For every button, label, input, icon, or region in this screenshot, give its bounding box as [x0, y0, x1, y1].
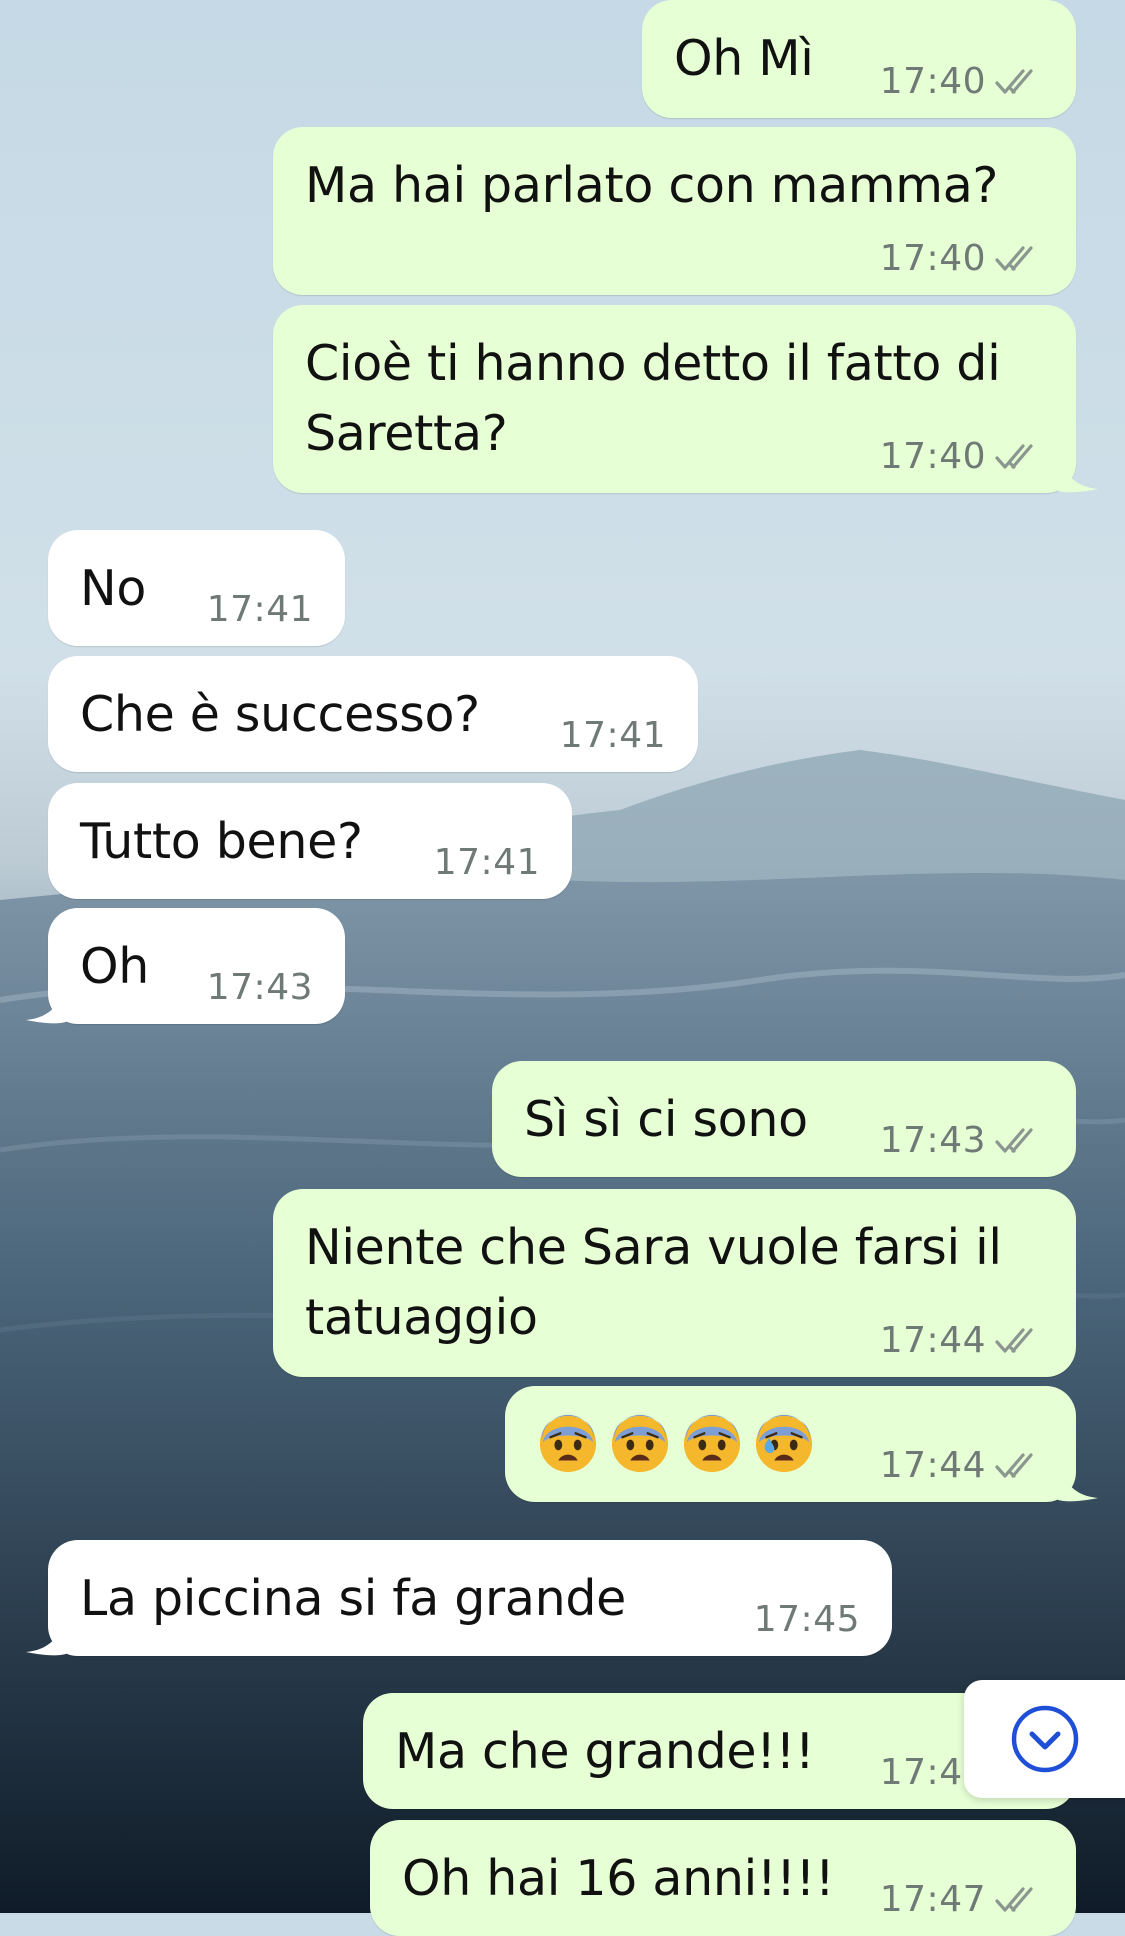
message-meta: 17:45 [754, 1599, 860, 1640]
outgoing-message-bubble[interactable]: Oh Mì 17:40 [642, 0, 1076, 118]
message-time: 17:43 [879, 1120, 986, 1161]
double-check-icon [995, 443, 1033, 469]
message-text: Che è successo? [80, 686, 480, 743]
message-meta: 17:40 [880, 436, 1046, 477]
bubble-tail [26, 984, 66, 1024]
message-meta: 17:43 [207, 967, 313, 1008]
message-meta: 17:41 [560, 715, 666, 756]
incoming-message-bubble[interactable]: No 17:41 [48, 530, 345, 646]
message-text: Sì sì ci sono [524, 1091, 808, 1148]
outgoing-message-bubble[interactable]: 17:44 [505, 1386, 1098, 1502]
message-time: 17:40 [879, 436, 986, 477]
scroll-down-button[interactable] [964, 1680, 1125, 1798]
double-check-icon [995, 245, 1033, 271]
outgoing-message-bubble[interactable]: Sì sì ci sono 17:43 [492, 1061, 1076, 1177]
message-meta: 17:47 [880, 1879, 1046, 1920]
message-text: Oh [80, 938, 150, 995]
message-text: No [80, 560, 147, 617]
outgoing-message-bubble[interactable]: Cioè ti hanno detto il fatto di Saretta?… [273, 305, 1098, 493]
message-meta: 17:44 [880, 1445, 1046, 1486]
message-time: 17:44 [879, 1320, 986, 1361]
outgoing-message-bubble[interactable]: Oh hai 16 anni!!!! 17:47 [370, 1820, 1076, 1936]
double-check-icon [995, 1452, 1033, 1478]
incoming-message-bubble[interactable]: La piccina si fa grande 17:45 [26, 1540, 892, 1656]
message-meta: 17:40 [880, 61, 1046, 102]
message-text: La piccina si fa grande [80, 1570, 627, 1627]
anxious-face-with-sweat-icon [755, 1414, 813, 1473]
message-list[interactable]: Oh Mì 17:40 Ma hai parlato con mamma? 17:40… [0, 0, 1125, 1936]
message-time: 17:40 [879, 238, 986, 279]
fearful-face-icon [539, 1414, 597, 1473]
bubble-tail [1058, 453, 1098, 493]
message-text: Tutto bene? [80, 813, 363, 870]
message-meta: 17:44 [880, 1320, 1046, 1361]
message-text: Ma che grande!!! [395, 1723, 815, 1780]
message-meta: 17:43 [880, 1120, 1046, 1161]
message-time: 17:41 [559, 715, 666, 756]
incoming-message-bubble[interactable]: Tutto bene? 17:41 [48, 783, 572, 899]
message-time: 17:47 [879, 1879, 986, 1920]
message-time: 17:43 [206, 967, 313, 1008]
fearful-face-icon [683, 1414, 741, 1473]
message-time: 17:41 [433, 842, 540, 883]
message-text: Oh Mì [674, 30, 814, 87]
message-text: Oh hai 16 anni!!!! [402, 1850, 835, 1907]
message-text: Ma hai parlato con mamma? [305, 157, 999, 214]
outgoing-message-bubble[interactable]: Niente che Sara vuole farsi il tatuaggio… [273, 1189, 1076, 1377]
chevron-down-circle-icon [1011, 1705, 1078, 1773]
bubble-tail [1058, 1462, 1098, 1502]
message-time: 17:45 [753, 1599, 860, 1640]
double-check-icon [995, 68, 1033, 94]
double-check-icon [995, 1886, 1033, 1912]
double-check-icon [995, 1127, 1033, 1153]
message-time: 17:41 [206, 589, 313, 630]
fearful-face-icon [611, 1414, 669, 1473]
message-time: 17:40 [879, 61, 986, 102]
incoming-message-bubble[interactable]: Che è successo? 17:41 [48, 656, 698, 772]
incoming-message-bubble[interactable]: Oh 17:43 [26, 908, 345, 1024]
bubble-tail [26, 1616, 66, 1656]
message-time: 17:44 [879, 1445, 986, 1486]
message-meta: 17:41 [434, 842, 540, 883]
outgoing-message-bubble[interactable]: Ma hai parlato con mamma? 17:40 [273, 127, 1076, 295]
message-meta: 17:40 [880, 238, 1046, 279]
double-check-icon [995, 1327, 1033, 1353]
emoji-group [537, 1412, 815, 1474]
message-meta: 17:41 [207, 589, 313, 630]
